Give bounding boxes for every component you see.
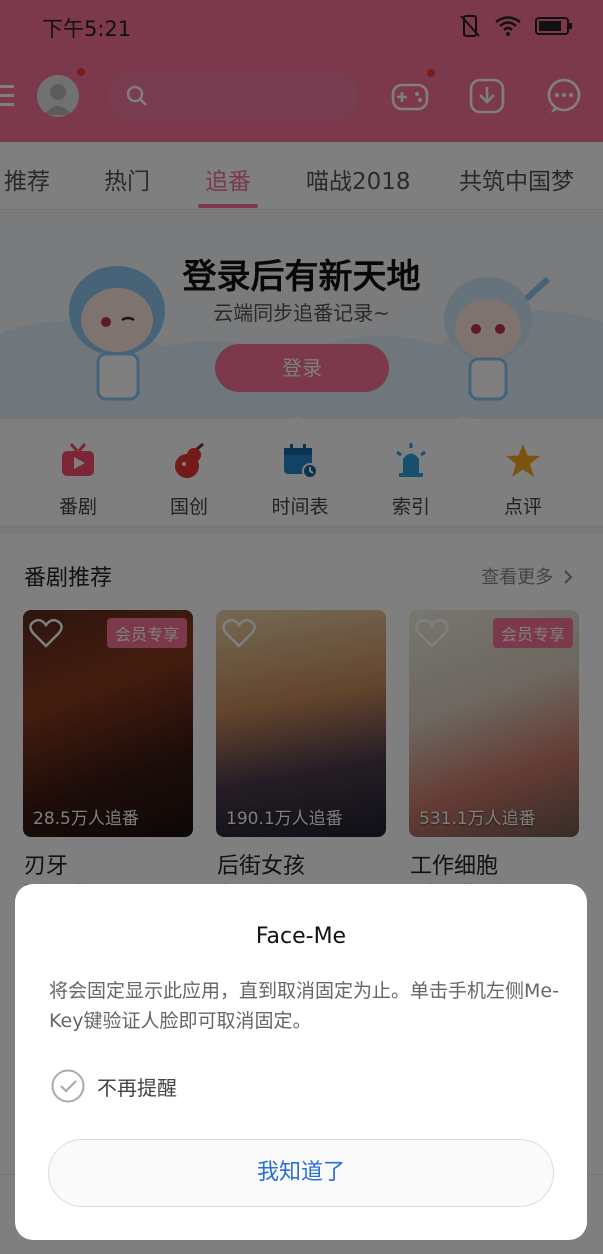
screen-pin-dialog: Face-Me 将会固定显示此应用，直到取消固定为止。单击手机左侧Me-Key键…	[15, 884, 587, 1240]
check-circle-icon	[51, 1069, 85, 1103]
dont-remind-label: 不再提醒	[97, 1075, 177, 1100]
dialog-title: Face-Me	[255, 924, 347, 949]
dialog-message: 将会固定显示此应用，直到取消固定为止。单击手机左侧Me-Key键验证人脸即可取消…	[49, 980, 559, 1032]
acknowledge-button[interactable]: 我知道了	[48, 1139, 554, 1207]
dont-remind-checkbox[interactable]: 不再提醒	[51, 1069, 177, 1103]
